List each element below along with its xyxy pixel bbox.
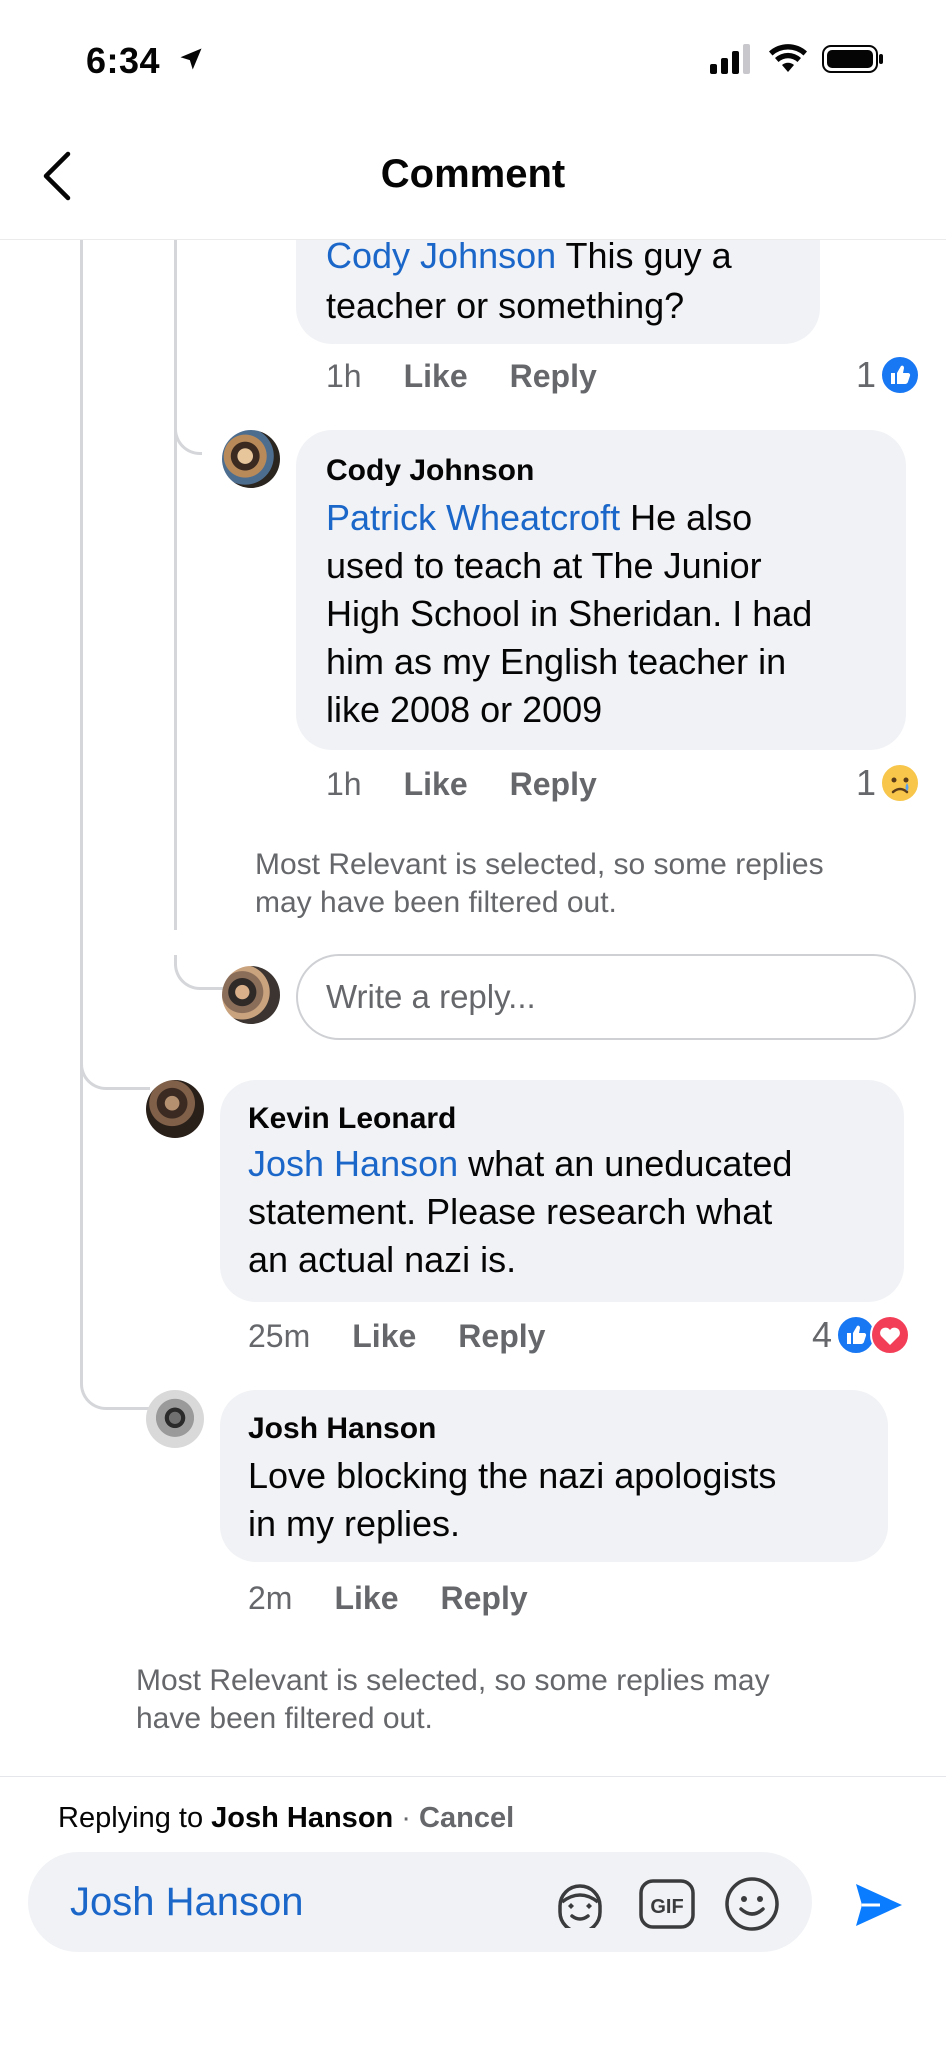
avatar[interactable] <box>146 1080 204 1138</box>
svg-text:GIF: GIF <box>650 1896 683 1918</box>
filtered-note: Most Relevant is selected, so some repli… <box>255 848 824 919</box>
like-button[interactable]: Like <box>352 1318 416 1355</box>
comment-text: him as my English teacher in <box>326 641 787 682</box>
page-title: Comment <box>380 152 566 196</box>
mention-link[interactable]: Josh Hanson <box>248 1143 458 1184</box>
comment-text: teacher or something? <box>326 285 685 326</box>
comment-meta: 2m Like Reply <box>248 1580 528 1617</box>
comment-time: 2m <box>248 1580 293 1616</box>
reply-button[interactable]: Reply <box>510 766 597 803</box>
reply-button[interactable]: Reply <box>440 1580 527 1617</box>
comment-text: High School in Sheridan. I had <box>326 593 813 634</box>
cancel-reply-button[interactable]: Cancel <box>419 1802 514 1834</box>
comment-text: Patrick Wheatcroft He also <box>326 497 753 538</box>
comment-time: 25m <box>248 1318 311 1354</box>
write-reply-input[interactable]: Write a reply... <box>296 954 916 1040</box>
mention-link[interactable]: Patrick Wheatcroft <box>326 497 620 538</box>
thread-line-inner <box>174 240 177 930</box>
comment-text: Love blocking the nazi apologists <box>248 1455 777 1496</box>
status-time: 6:34 <box>86 40 205 82</box>
location-arrow-icon <box>177 40 205 82</box>
like-button[interactable]: Like <box>404 358 468 395</box>
thread-connector <box>80 1355 150 1410</box>
user-avatar <box>222 966 280 1024</box>
emoji-button[interactable] <box>724 1876 780 1937</box>
send-icon <box>856 1884 902 1926</box>
comment-author[interactable]: Cody Johnson <box>326 454 534 488</box>
status-icons <box>710 44 884 74</box>
thread-connector <box>174 955 224 990</box>
gif-icon: GIF <box>639 1879 695 1929</box>
reaction-count[interactable]: 1 <box>856 762 921 804</box>
send-button[interactable] <box>852 1878 906 1937</box>
reaction-count[interactable]: 4 <box>812 1314 912 1356</box>
comment-meta: 25m Like Reply <box>248 1318 545 1355</box>
reply-button[interactable]: Reply <box>458 1318 545 1355</box>
reply-placeholder: Write a reply... <box>326 978 536 1015</box>
like-button[interactable]: Like <box>404 766 468 803</box>
composer-input-value[interactable]: Josh Hanson <box>70 1880 303 1925</box>
like-button[interactable]: Like <box>334 1580 398 1617</box>
gif-button[interactable]: GIF <box>638 1878 696 1935</box>
mention-link[interactable]: Cody Johnson <box>326 235 556 276</box>
like-love-reaction-icon <box>836 1315 911 1355</box>
header-mask <box>0 0 946 240</box>
comment-text: used to teach at The Junior <box>326 545 762 586</box>
comment-text: statement. Please research what <box>248 1191 773 1232</box>
smiley-icon <box>725 1877 779 1931</box>
signal-icon <box>710 44 750 74</box>
comment-text: an actual nazi is. <box>248 1239 517 1280</box>
avatar[interactable] <box>146 1390 204 1448</box>
comment-author[interactable]: Josh Hanson <box>248 1412 436 1446</box>
comment-time: 1h <box>326 766 362 802</box>
comment-meta: 1h Like Reply <box>326 766 597 803</box>
replying-to-bar: Replying to Josh Hanson · Cancel <box>58 1802 515 1834</box>
wifi-icon <box>769 44 807 72</box>
header-divider <box>0 239 946 240</box>
sad-reaction-icon <box>880 763 921 803</box>
filtered-note: Most Relevant is selected, so some repli… <box>136 1664 770 1735</box>
avatar-sticker-icon <box>558 1884 602 1934</box>
thread-connector <box>80 1040 150 1090</box>
comment-time: 1h <box>326 358 362 394</box>
replying-to-name: Josh Hanson <box>211 1802 394 1834</box>
battery-icon <box>822 45 883 73</box>
comment-author[interactable]: Kevin Leonard <box>248 1102 456 1136</box>
avatar[interactable] <box>222 430 280 488</box>
reply-button[interactable]: Reply <box>510 358 597 395</box>
comment-text: in my replies. <box>248 1503 461 1544</box>
avatar-sticker-button[interactable] <box>552 1880 608 1934</box>
comment-text: Josh Hanson what an uneducated <box>248 1143 793 1184</box>
thread-connector <box>174 425 202 455</box>
reaction-count[interactable]: 1 <box>856 354 921 396</box>
thread-line-outer <box>80 240 83 1378</box>
comment-text: like 2008 or 2009 <box>326 689 603 730</box>
comment-meta: 1h Like Reply <box>326 358 597 395</box>
like-reaction-icon <box>880 355 921 395</box>
